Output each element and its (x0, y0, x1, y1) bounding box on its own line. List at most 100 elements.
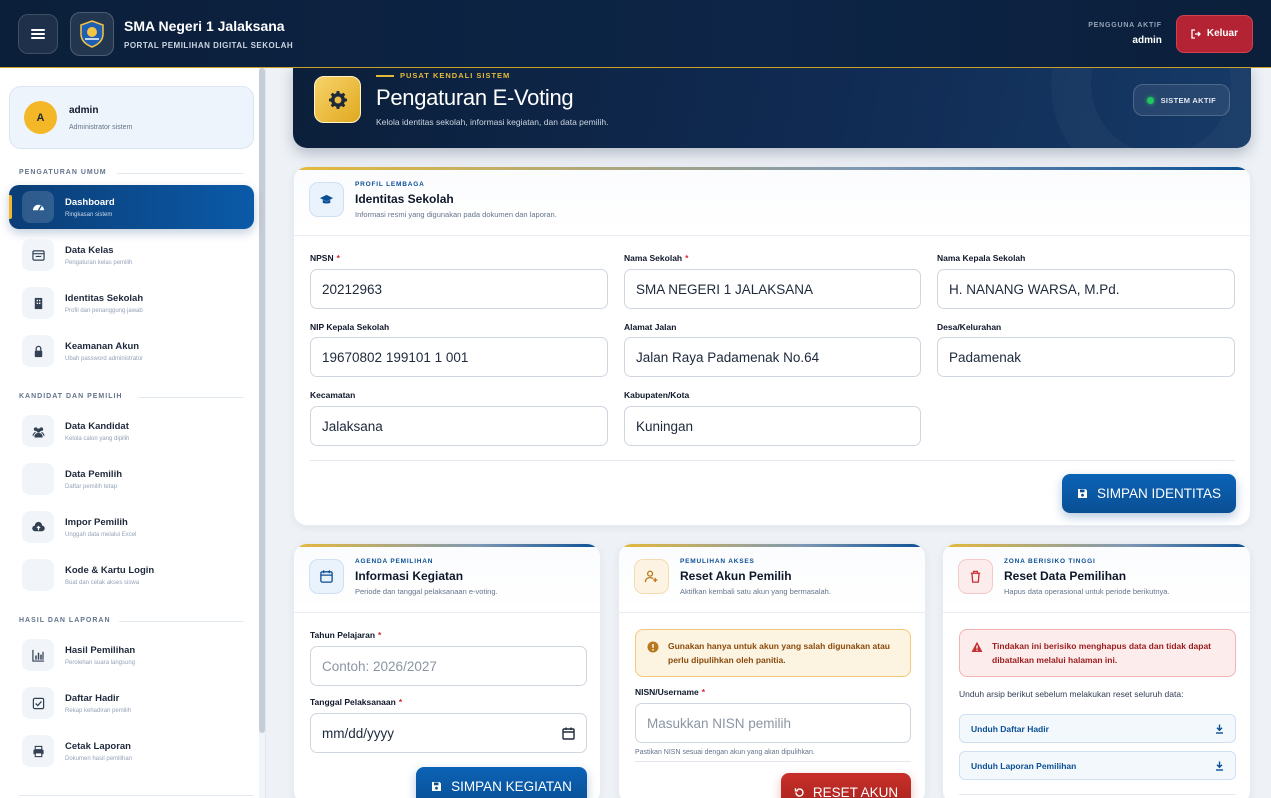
download-report-button[interactable]: Unduh Laporan Pemilihan (959, 751, 1236, 780)
download-attendance-button[interactable]: Unduh Daftar Hadir (959, 714, 1236, 743)
form-divider (310, 460, 1235, 461)
sidebar-item-desc: Perolehan suara langsung (65, 659, 136, 666)
save-icon (432, 782, 442, 791)
profile-role: Administrator sistem (69, 123, 133, 131)
reset-warning-text: Gunakan hanya untuk akun yang salah digu… (668, 641, 890, 665)
school-name-label: Nama Sekolah * (624, 253, 689, 263)
sidebar-scroll-thumb[interactable] (259, 68, 265, 733)
nisn-input[interactable] (635, 703, 911, 743)
save-identity-button[interactable]: SIMPAN IDENTITAS (1062, 474, 1236, 513)
district-field[interactable] (310, 406, 608, 446)
npsn-field[interactable] (310, 269, 608, 309)
sidebar-item-dashboard[interactable]: Dashboard Ringkasan sistem (9, 185, 254, 229)
reset-account-card-icon (634, 559, 669, 594)
academic-year-field[interactable] (310, 646, 587, 686)
sidebar-item-desc: Buat dan cetak akses siswa (65, 579, 140, 586)
calendar-picker-icon[interactable] (562, 727, 575, 740)
download-icon (1216, 761, 1223, 771)
chart-icon (31, 649, 44, 662)
page-subtitle: Kelola identitas sekolah, informasi kegi… (376, 117, 609, 127)
school-name-field[interactable] (624, 269, 921, 309)
principal-nip-label: NIP Kepala Sekolah (310, 322, 390, 332)
sidebar-item-identitas-sekolah[interactable]: Identitas Sekolah Profil dan penanggung j… (9, 281, 254, 325)
gear-icon (328, 90, 347, 109)
sidebar-item-hasil-pemilihan[interactable]: Hasil Pemilihan Perolehan suara langsung (9, 633, 254, 677)
brand-subtitle: PORTAL PEMILIHAN DIGITAL SEKOLAH (124, 40, 294, 50)
principal-name-label: Nama Kepala Sekolah (937, 253, 1026, 263)
dashboard-icon (32, 204, 44, 211)
reset-data-card: ZONA BERISIKO TINGGI Reset Data Pemiliha… (942, 543, 1251, 798)
school-emblem-icon (80, 19, 104, 48)
academic-year-label: Tahun Pelajaran * (310, 630, 382, 640)
card-subtitle: Informasi resmi yang digunakan pada doku… (355, 210, 557, 219)
reset-account-button[interactable]: RESET AKUN (781, 773, 911, 798)
users-icon (32, 426, 44, 437)
sidebar-item-desc: Daftar pemilih tetap (65, 483, 118, 490)
sidebar-divider (19, 795, 254, 796)
card-kicker: AGENDA PEMILIHAN (355, 558, 434, 565)
sidebar-item-desc: Pengaturan kelas pemilih (65, 259, 133, 266)
menu-toggle-button[interactable] (18, 13, 58, 54)
sidebar-item-label: Hasil Pemilihan (65, 644, 136, 656)
regency-field[interactable] (624, 406, 921, 446)
status-badge-label: SISTEM AKTIF (1160, 95, 1216, 105)
district-label: Kecamatan (310, 390, 356, 400)
sidebar-item-label: Dashboard (65, 196, 115, 208)
warning-circle-icon (647, 641, 659, 653)
download-report-label: Unduh Laporan Pemilihan (971, 760, 1077, 771)
settings-badge (314, 76, 361, 123)
sidebar-item-impor-pemilih[interactable]: Impor Pemilih Unggah data melalui Excel (9, 505, 254, 549)
card-kicker: PEMULIHAN AKSES (680, 558, 755, 565)
page-header-banner: PUSAT KENDALI SISTEM Pengaturan E-Voting… (293, 64, 1251, 148)
sidebar-item-kode-kartu-login[interactable]: Kode & Kartu Login Buat dan cetak akses s… (9, 553, 254, 597)
event-card-icon (309, 559, 344, 594)
user-icon (32, 473, 45, 486)
reset-danger-text: Tindakan ini berisiko menghapus data dan… (992, 641, 1211, 665)
page-title: Pengaturan E-Voting (376, 85, 574, 110)
npsn-label: NPSN * (310, 253, 340, 263)
date-placeholder: mm/dd/yyyy (322, 725, 395, 741)
nav-section-title: HASIL DAN LAPORAN (19, 617, 111, 624)
upload-icon (31, 521, 45, 531)
logout-button[interactable]: Keluar (1175, 14, 1253, 53)
event-date-field[interactable]: mm/dd/yyyy (310, 713, 587, 753)
status-dot-icon (1146, 96, 1154, 104)
lock-icon (34, 345, 42, 357)
principal-name-field[interactable] (937, 269, 1235, 309)
principal-nip-field[interactable] (310, 337, 608, 377)
nisn-hint: Pastikan NISN sesuai dengan akun yang ak… (635, 749, 815, 756)
active-user-name: admin (1132, 34, 1162, 46)
sidebar-scrollbar[interactable] (259, 68, 265, 798)
sidebar-item-keamanan-akun[interactable]: Keamanan Akun Ubah password administrator (9, 329, 254, 373)
nav-section-results: HASIL DAN LAPORAN (19, 617, 244, 624)
active-user-caption: PENGGUNA AKTIF (1088, 21, 1162, 29)
check-icon (32, 697, 44, 709)
sidebar-item-desc: Profil dan penanggung jawab (65, 307, 143, 314)
sidebar: A admin Administrator sistem PENGATURAN … (0, 68, 266, 798)
village-field[interactable] (937, 337, 1235, 377)
sidebar-item-daftar-hadir[interactable]: Daftar Hadir Rekap kehadiran pemilih (9, 681, 254, 725)
reset-danger-alert: Tindakan ini berisiko menghapus data dan… (959, 629, 1236, 677)
card-subtitle: Hapus data operasional untuk periode ber… (1004, 587, 1170, 596)
sidebar-item-cetak-laporan[interactable]: Cetak Laporan Dokumen hasil pemilihan (9, 729, 254, 773)
sidebar-item-data-kelas[interactable]: Data Kelas Pengaturan kelas pemilih (9, 233, 254, 277)
save-event-button[interactable]: SIMPAN KEGIATAN (416, 767, 587, 798)
refresh-icon (794, 788, 804, 797)
sidebar-item-data-pemilih[interactable]: Data Pemilih Daftar pemilih tetap (9, 457, 254, 501)
card-icon (32, 569, 45, 582)
save-event-label: SIMPAN KEGIATAN (451, 779, 572, 794)
sidebar-item-data-kandidat[interactable]: Data Kandidat Kelola calon yang dipilih (9, 409, 254, 453)
event-date-label: Tanggal Pelaksanaan * (310, 697, 403, 707)
village-label: Desa/Kelurahan (937, 322, 1002, 332)
street-address-field[interactable] (624, 337, 921, 377)
sidebar-item-label: Data Kelas (65, 244, 114, 256)
card-subtitle: Periode dan tanggal pelaksanaan e-voting… (355, 587, 498, 596)
event-info-card: AGENDA PEMILIHAN Informasi Kegiatan Peri… (293, 543, 601, 798)
sidebar-item-label: Daftar Hadir (65, 692, 120, 704)
nav-section-title: PENGATURAN UMUM (19, 169, 107, 176)
reset-account-label: RESET AKUN (812, 785, 899, 798)
profile-card: A admin Administrator sistem (9, 86, 254, 149)
archive-note: Unduh arsip berikut sebelum melakukan re… (959, 689, 1184, 699)
school-identity-card: PROFIL LEMBAGA Identitas Sekolah Informa… (293, 166, 1251, 526)
sidebar-item-desc: Ringkasan sistem (65, 211, 113, 218)
